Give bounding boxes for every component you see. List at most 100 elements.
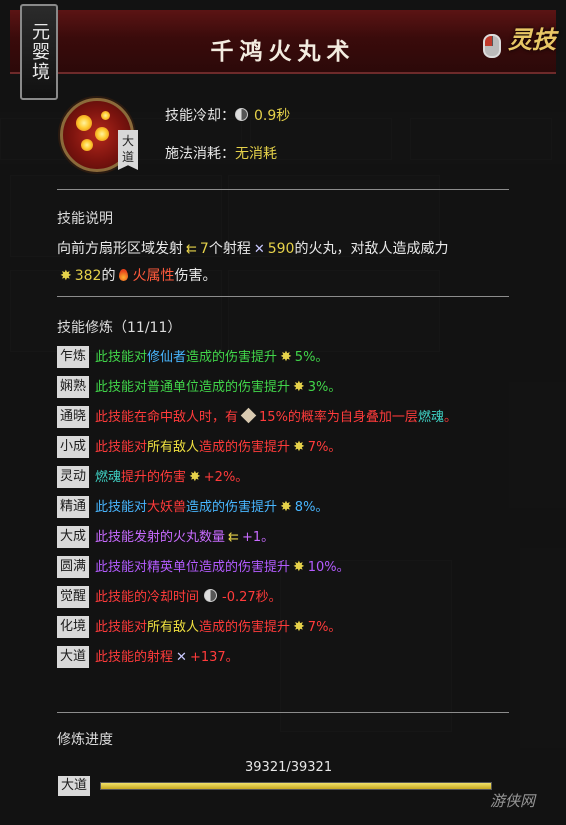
modifier-text-segment: 造成的伤害提升 [199,440,291,455]
star-icon: ✸ [293,379,305,395]
fire-element-icon [119,269,129,281]
modifier-text-segment: 此技能对 [95,500,148,515]
cultivation-modifier-row: 乍炼 此技能对修仙者造成的伤害提升 ✸ 5%。 [57,346,512,369]
modifier-tier-tag: 通晓 [57,406,90,428]
progress-tier-tag: 大道 [58,776,91,796]
mouse-icon [483,34,501,58]
cultivation-heading: 技能修炼（11/11） [57,320,182,336]
cost-label: 施法消耗： [165,146,235,162]
range-icon: ✕ [253,242,265,257]
desc-text: 伤害。 [174,268,217,284]
projectile-count-icon: ⇇ [186,242,197,257]
modifier-text-segment: -0.27秒。 [222,590,282,605]
progress-value: 39321/39321 [245,760,333,775]
power-icon: ✸ [60,268,72,284]
chance-icon [240,407,257,424]
cultivation-modifier-row: 精通 此技能对大妖兽造成的伤害提升 ✸ 8%。 [57,496,512,519]
realm-banner: 元婴境 [20,4,58,100]
cooldown-icon [204,589,218,602]
star-icon: ✸ [280,499,292,515]
modifier-text-segment: 3%。 [307,380,342,395]
modifier-text: 燃魂提升的伤害 ✸ +2%。 [95,466,512,489]
star-icon: ✸ [189,469,201,485]
modifier-text: 此技能对所有敌人造成的伤害提升 ✸ 7%。 [95,436,512,459]
skill-description: 向前方扇形区域发射 ⇇ 7个射程 ✕ 590的火丸，对敌人造成威力 ✸ 382的 火属性伤害… [57,236,509,289]
cost-value: 无消耗 [235,146,277,162]
modifier-text-segment: 造成的伤害提升 [186,500,278,515]
modifier-text-segment: 7%。 [307,620,342,635]
desc-text: 的火丸，对敌人造成威力 [294,241,449,257]
modifier-text-segment: 10%。 [307,560,350,575]
cultivation-modifier-row: 娴熟 此技能对普通单位造成的伤害提升 ✸ 3%。 [57,376,512,399]
desc-text: 向前方扇形区域发射 [57,241,183,257]
modifier-tier-tag: 小成 [57,436,90,458]
star-icon: ✸ [280,349,292,365]
cultivation-modifier-row: 小成 此技能对所有敌人造成的伤害提升 ✸ 7%。 [57,436,512,459]
desc-text: 的 [101,268,116,284]
projectile-count: 7 [199,241,209,257]
modifier-text-segment: 此技能的冷却时间 [95,590,200,605]
modifier-text: 此技能对修仙者造成的伤害提升 ✸ 5%。 [95,346,512,369]
modifier-text: 此技能的射程 ✕ +137。 [95,646,512,669]
cultivation-modifier-row: 圆满 此技能对精英单位造成的伤害提升 ✸ 10%。 [57,556,512,579]
modifier-text-segment: 燃魂 [417,410,444,425]
modifier-text-segment: 造成的伤害提升 [186,350,278,365]
cultivation-modifier-row: 大成 此技能发射的火丸数量 ⇇ +1。 [57,526,512,549]
modifier-text-segment: 7%。 [307,440,342,455]
modifier-text: 此技能在命中敌人时，有 15%的概率为自身叠加一层燃魂。 [95,406,512,429]
modifier-text-segment: 15%的概率为自身叠加一层 [259,410,418,425]
modifier-text-segment: 此技能的射程 [95,650,174,665]
modifier-text-segment: +2%。 [203,470,249,485]
skill-title: 千鸿火丸术 [210,38,356,65]
cultivation-modifier-row: 通晓 此技能在命中敌人时，有 15%的概率为自身叠加一层燃魂。 [57,406,512,429]
projectile-icon: ⇇ [228,530,239,545]
modifier-text-segment: 此技能对 [95,440,148,455]
modifier-text-segment: 此技能对 [95,350,148,365]
category-label: 灵技 [508,25,556,54]
range-value: 590 [267,241,295,257]
cultivation-modifier-row: 大道 此技能的射程 ✕ +137。 [57,646,512,669]
modifier-text: 此技能对大妖兽造成的伤害提升 ✸ 8%。 [95,496,512,519]
progress-fill [101,783,491,789]
modifier-text-segment: 此技能对精英单位造成的伤害提升 [95,560,291,575]
cultivation-modifier-row: 觉醒 此技能的冷却时间 -0.27秒。 [57,586,512,609]
modifier-text-segment: +1。 [241,530,275,545]
modifier-text-segment: 此技能在命中敌人时，有 [95,410,239,425]
watermark-logo: 游侠网 [490,792,536,810]
cultivation-modifier-row: 灵动 燃魂提升的伤害 ✸ +2%。 [57,466,512,489]
modifier-tier-tag: 精通 [57,496,90,518]
star-icon: ✸ [293,559,305,575]
modifier-text-segment: 8%。 [294,500,329,515]
modifier-tier-tag: 乍炼 [57,346,90,368]
modifier-tier-tag: 圆满 [57,556,90,578]
divider [57,296,509,297]
modifier-text-segment: 大妖兽 [147,500,187,515]
skill-tooltip: 千鸿火丸术 元婴境 灵技 大道 技能冷却： 0.9秒 施法消耗：无消耗 技能说明 … [0,0,566,825]
modifier-text-segment: 所有敌人 [147,440,200,455]
star-icon: ✸ [293,439,305,455]
tier-tag: 大道 [118,130,138,170]
category-badge: 灵技 [508,18,556,70]
desc-text: 个射程 [208,241,251,257]
modifier-text: 此技能对所有敌人造成的伤害提升 ✸ 7%。 [95,616,512,639]
cultivation-modifier-row: 化境 此技能对所有敌人造成的伤害提升 ✸ 7%。 [57,616,512,639]
modifier-text-segment: 造成的伤害提升 [199,620,291,635]
element-label: 火属性 [132,268,175,284]
divider [57,189,509,190]
power-value: 382 [74,268,102,284]
cultivation-progress-bar [100,782,492,790]
modifier-text-segment: 此技能发射的火丸数量 [95,530,226,545]
modifier-text: 此技能对普通单位造成的伤害提升 ✸ 3%。 [95,376,512,399]
modifier-tier-tag: 大道 [57,646,90,668]
modifier-text-segment: 提升的伤害 [121,470,187,485]
modifier-text-segment: 此技能对 [95,620,148,635]
description-heading: 技能说明 [57,211,113,227]
divider [57,712,509,713]
modifier-text-segment: +137。 [189,650,239,665]
cooldown-label: 技能冷却： [165,108,235,124]
modifier-text-segment: 。 [443,410,457,425]
modifier-text: 此技能发射的火丸数量 ⇇ +1。 [95,526,512,549]
modifier-text: 此技能对精英单位造成的伤害提升 ✸ 10%。 [95,556,512,579]
title-bar: 千鸿火丸术 [10,10,556,74]
cost-row: 施法消耗：无消耗 [165,143,277,163]
